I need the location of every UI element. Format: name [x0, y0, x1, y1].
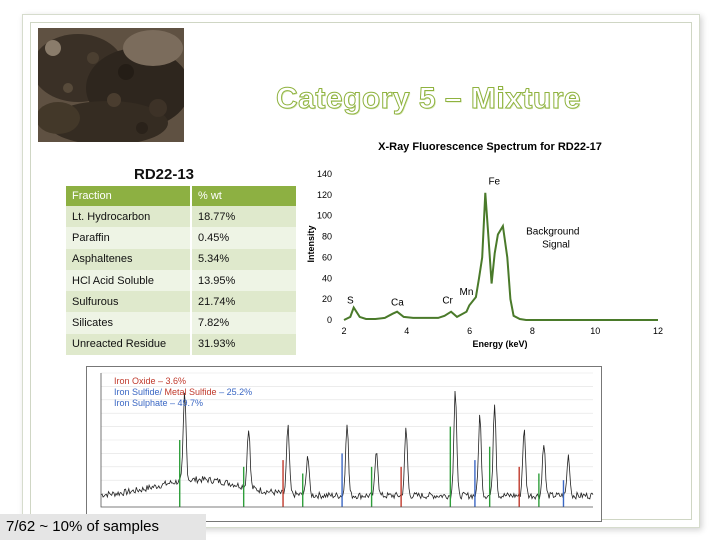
fraction-cell: Asphaltenes: [66, 248, 192, 270]
legend-iron-sulphate-text: Iron Sulphate – 49.7%: [114, 398, 204, 408]
table-row: Asphaltenes 5.34%: [66, 248, 296, 270]
table-header-row: Fraction % wt: [66, 186, 296, 206]
y-tick-label: 80: [322, 232, 332, 242]
annotation-label: Cr: [442, 295, 453, 306]
x-axis-label: Energy (keV): [472, 339, 527, 349]
x-tick-label: 8: [530, 326, 535, 336]
fraction-cell: Silicates: [66, 312, 192, 334]
slide-title: Category 5 – Mixture: [275, 82, 582, 116]
x-tick-label: 12: [653, 326, 663, 336]
x-tick-label: 6: [467, 326, 472, 336]
slide: Category 5 – Mixture RD22-13 Fraction % …: [0, 0, 720, 540]
legend-iron-oxide-text: Iron Oxide – 3.6%: [114, 376, 187, 386]
wt-cell: 0.45%: [191, 227, 296, 249]
legend-iron-sulfide: Iron Sulfide/ Metal Sulfide – 25.2%: [114, 387, 252, 398]
fraction-cell: Sulfurous: [66, 291, 192, 313]
table-row: Sulfurous 21.74%: [66, 291, 296, 313]
wt-cell: 31.93%: [191, 333, 296, 356]
x-tick-label: 2: [341, 326, 346, 336]
y-tick-label: 60: [322, 252, 332, 262]
table-row: Lt. Hydrocarbon 18.77%: [66, 206, 296, 228]
y-tick-label: 120: [317, 190, 332, 200]
xrd-legend: Iron Oxide – 3.6% Iron Sulfide/ Metal Su…: [114, 376, 252, 409]
y-tick-label: 140: [317, 169, 332, 179]
chart-title: X-Ray Fluorescence Spectrum for RD22-17: [378, 141, 602, 153]
y-tick-label: 20: [322, 294, 332, 304]
annotation-label: Mn: [460, 287, 474, 298]
annotation-label: Background Signal: [526, 226, 579, 250]
fraction-cell: Paraffin: [66, 227, 192, 249]
fraction-cell: Unreacted Residue: [66, 333, 192, 356]
y-tick-label: 40: [322, 273, 332, 283]
sample-label: RD22-13: [134, 166, 195, 183]
table-row: Unreacted Residue 31.93%: [66, 333, 296, 356]
footer-text: 7/62 ~ 10% of samples: [6, 518, 160, 535]
x-tick-label: 4: [404, 326, 409, 336]
annotation-label: S: [347, 295, 354, 306]
fraction-cell: HCl Acid Soluble: [66, 269, 192, 292]
table-row: HCl Acid Soluble 13.95%: [66, 269, 296, 292]
wt-cell: 13.95%: [191, 269, 296, 292]
y-tick-label: 0: [327, 315, 332, 325]
annotation-label: Ca: [391, 297, 404, 308]
wt-cell: 7.82%: [191, 312, 296, 334]
legend-iron-sulfide-text: Iron Sulfide/: [114, 387, 165, 397]
legend-sulfide-percent: – 25.2%: [216, 387, 253, 397]
table-row: Silicates 7.82%: [66, 312, 296, 334]
y-tick-label: 100: [317, 211, 332, 221]
annotation-label: Fe: [488, 176, 500, 187]
column-header-wt: % wt: [191, 186, 296, 206]
footer-note: 7/62 ~ 10% of samples: [0, 514, 206, 540]
column-header-fraction: Fraction: [66, 186, 192, 206]
legend-metal-sulfide-text: Metal Sulfide: [164, 387, 217, 397]
wt-cell: 5.34%: [191, 248, 296, 270]
sample-photo: [38, 28, 184, 142]
fraction-table: Fraction % wt Lt. Hydrocarbon 18.77% Par…: [66, 186, 296, 356]
xrf-spectrum-chart: X-Ray Fluorescence Spectrum for RD22-17 …: [306, 141, 663, 349]
fraction-cell: Lt. Hydrocarbon: [66, 206, 192, 228]
legend-iron-sulphate: Iron Sulphate – 49.7%: [114, 398, 252, 409]
table-row: Paraffin 0.45%: [66, 227, 296, 249]
x-tick-label: 10: [590, 326, 600, 336]
legend-iron-oxide: Iron Oxide – 3.6%: [114, 376, 252, 387]
wt-cell: 18.77%: [191, 206, 296, 228]
y-axis-label: Intensity: [306, 225, 316, 262]
wt-cell: 21.74%: [191, 291, 296, 313]
